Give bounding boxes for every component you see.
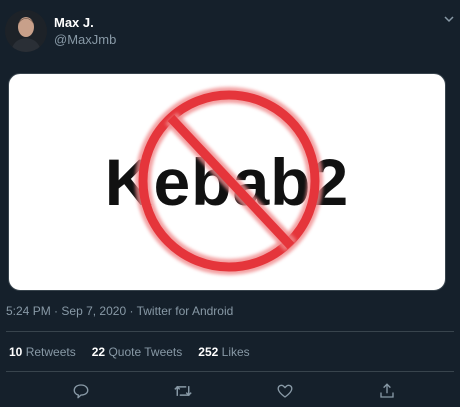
avatar[interactable] [5, 10, 47, 52]
tweet-meta: 5:24 PM · Sep 7, 2020 · Twitter for Andr… [6, 304, 233, 318]
likes-count: 252 [198, 345, 219, 359]
quote-tweets-count: 22 [91, 345, 106, 359]
tweet-time[interactable]: 5:24 PM [6, 304, 51, 318]
tweet-source[interactable]: Twitter for Android [137, 304, 234, 318]
meta-separator: · [54, 304, 59, 318]
tweet-date[interactable]: Sep 7, 2020 [61, 304, 126, 318]
author-handle[interactable]: @MaxJmb [54, 32, 116, 47]
retweets-label: Retweets [25, 345, 76, 359]
likes-label: Likes [221, 345, 250, 359]
meta-separator: · [129, 304, 134, 318]
chevron-down-icon[interactable] [442, 12, 456, 26]
likes-stat[interactable]: 252 Likes [198, 345, 249, 359]
tweet-image[interactable]: Kebab2 [8, 73, 446, 291]
share-icon[interactable] [377, 381, 397, 401]
retweet-icon[interactable] [173, 381, 193, 401]
retweets-stat[interactable]: 10 Retweets [9, 345, 76, 359]
divider [6, 331, 454, 332]
heart-icon[interactable] [275, 381, 295, 401]
reply-icon[interactable] [71, 381, 91, 401]
quote-tweets-label: Quote Tweets [108, 345, 183, 359]
divider [6, 371, 454, 372]
quote-tweets-stat[interactable]: 22 Quote Tweets [92, 345, 183, 359]
tweet: Max J. @MaxJmb Kebab2 5:24 PM · Sep 7, 2… [0, 0, 460, 407]
prohibition-sign-icon [135, 87, 323, 275]
retweets-count: 10 [9, 345, 23, 359]
action-bar [0, 381, 460, 401]
author-name[interactable]: Max J. [54, 15, 94, 30]
tweet-stats: 10 Retweets 22 Quote Tweets 252 Likes [9, 345, 250, 359]
